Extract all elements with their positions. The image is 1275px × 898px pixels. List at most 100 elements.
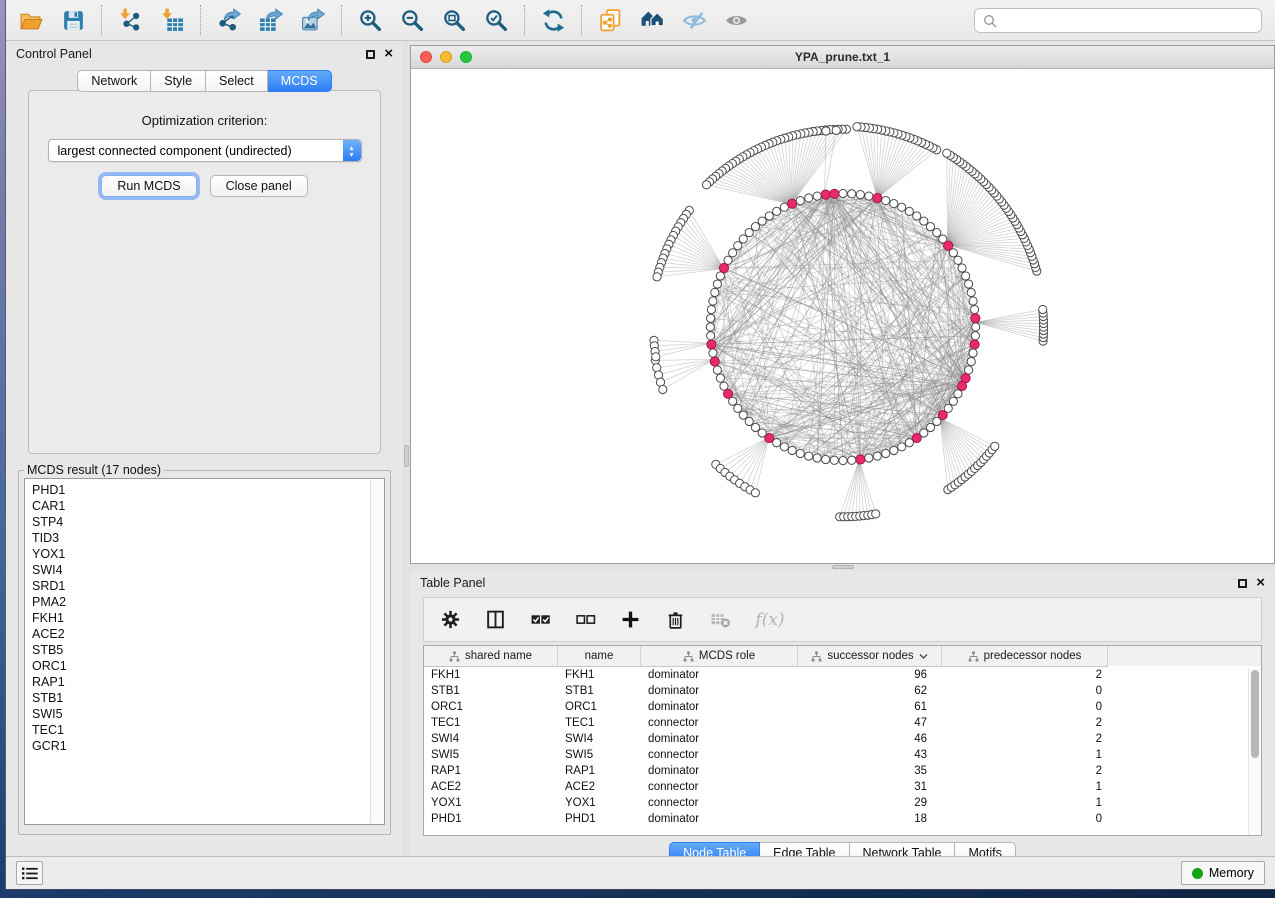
network-node[interactable] [788,446,796,454]
network-node[interactable] [739,411,747,419]
table-cell[interactable]: PHD1 [558,813,641,825]
network-node[interactable] [865,192,873,200]
table-cell[interactable]: 96 [798,669,942,681]
table-cell[interactable]: connector [641,797,798,809]
network-node[interactable] [758,429,766,437]
table-cell[interactable]: 35 [798,765,942,777]
network-node[interactable] [707,314,715,322]
network-node[interactable] [780,203,788,211]
network-node[interactable] [913,212,921,220]
zoom-out-button[interactable] [391,3,433,37]
dominator-node[interactable] [873,193,882,202]
network-node[interactable] [830,456,838,464]
mcds-result-item[interactable]: SRD1 [32,578,384,594]
network-node[interactable] [943,149,951,157]
network-node[interactable] [967,357,975,365]
table-cell[interactable]: dominator [641,765,798,777]
network-node[interactable] [813,192,821,200]
export-table-button[interactable] [250,3,292,37]
table-cell[interactable]: 31 [798,781,942,793]
network-node[interactable] [707,305,715,313]
table-cell[interactable]: RAP1 [424,765,558,777]
close-window-icon[interactable] [420,51,432,63]
table-cell[interactable]: YOX1 [558,797,641,809]
table-row[interactable]: ACE2ACE2connector311 [424,779,1261,795]
column-header-predecessor-nodes[interactable]: predecessor nodes [942,646,1108,667]
table-row[interactable]: STB1STB1dominator620 [424,683,1261,699]
import-network-button[interactable] [109,3,151,37]
table-row[interactable]: TEC1TEC1connector472 [424,715,1261,731]
tab-style[interactable]: Style [151,70,206,92]
clear-selection-button[interactable] [573,608,597,632]
maximize-window-icon[interactable] [460,51,472,63]
table-cell[interactable]: TEC1 [424,717,558,729]
tab-select[interactable]: Select [206,70,268,92]
network-node[interactable] [972,323,980,331]
network-node[interactable] [734,404,742,412]
table-cell[interactable]: ORC1 [424,701,558,713]
table-cell[interactable]: 62 [798,685,942,697]
mcds-result-item[interactable]: STP4 [32,514,384,530]
dominator-node[interactable] [821,190,830,199]
mcds-result-item[interactable]: TID3 [32,530,384,546]
table-cell[interactable]: 0 [942,701,1108,713]
vertical-splitter[interactable] [403,41,410,856]
network-node[interactable] [805,452,813,460]
table-row[interactable]: FKH1FKH1dominator962 [424,667,1261,683]
network-node[interactable] [713,366,721,374]
network-node[interactable] [890,200,898,208]
scrollbar-thumb[interactable] [1251,670,1259,758]
mcds-result-list[interactable]: PHD1CAR1STP4TID3YOX1SWI4SRD1PMA2FKH1ACE2… [24,478,385,825]
network-canvas[interactable] [411,69,1274,563]
column-header-MCDS-role[interactable]: MCDS role [641,646,798,667]
search-input[interactable] [1002,14,1253,28]
table-cell[interactable]: FKH1 [558,669,641,681]
table-cell[interactable]: 46 [798,733,942,745]
hide-selected-button[interactable] [673,3,715,37]
network-node[interactable] [905,439,913,447]
table-row[interactable]: ORC1ORC1dominator610 [424,699,1261,715]
run-mcds-button[interactable]: Run MCDS [101,175,196,197]
table-cell[interactable]: SWI5 [424,749,558,761]
table-cell[interactable]: 29 [798,797,942,809]
table-cell[interactable]: 2 [942,717,1108,729]
network-node[interactable] [991,442,999,450]
mcds-result-item[interactable]: SWI5 [32,706,384,722]
settings-button[interactable] [438,608,462,632]
table-cell[interactable]: 1 [942,797,1108,809]
mcds-result-item[interactable]: ORC1 [32,658,384,674]
network-node[interactable] [813,454,821,462]
criterion-dropdown[interactable]: largest connected component (undirected)… [48,139,362,162]
mcds-result-item[interactable]: RAP1 [32,674,384,690]
network-node[interactable] [865,454,873,462]
network-node[interactable] [965,366,973,374]
mcds-result-item[interactable]: YOX1 [32,546,384,562]
memory-button[interactable]: Memory [1181,861,1265,885]
table-cell[interactable]: 1 [942,781,1108,793]
network-node[interactable] [652,353,660,361]
table-cell[interactable]: dominator [641,733,798,745]
dominator-node[interactable] [707,340,716,349]
network-node[interactable] [706,323,714,331]
network-node[interactable] [926,223,934,231]
dominator-node[interactable] [830,189,839,198]
mcds-result-item[interactable]: CAR1 [32,498,384,514]
network-node[interactable] [751,223,759,231]
network-node[interactable] [926,423,934,431]
float-panel-icon[interactable] [1238,579,1247,588]
splitter-grip[interactable] [404,445,409,467]
table-scrollbar[interactable] [1248,668,1261,835]
network-node[interactable] [873,452,881,460]
table-cell[interactable]: dominator [641,701,798,713]
network-node[interactable] [949,249,957,257]
table-cell[interactable]: ORC1 [558,701,641,713]
network-node[interactable] [920,217,928,225]
table-cell[interactable]: STB1 [558,685,641,697]
zoom-in-button[interactable] [349,3,391,37]
table-cell[interactable]: FKH1 [424,669,558,681]
table-cell[interactable]: SWI5 [558,749,641,761]
table-row[interactable]: RAP1RAP1dominator352 [424,763,1261,779]
network-node[interactable] [933,417,941,425]
network-node[interactable] [711,288,719,296]
network-node[interactable] [729,249,737,257]
